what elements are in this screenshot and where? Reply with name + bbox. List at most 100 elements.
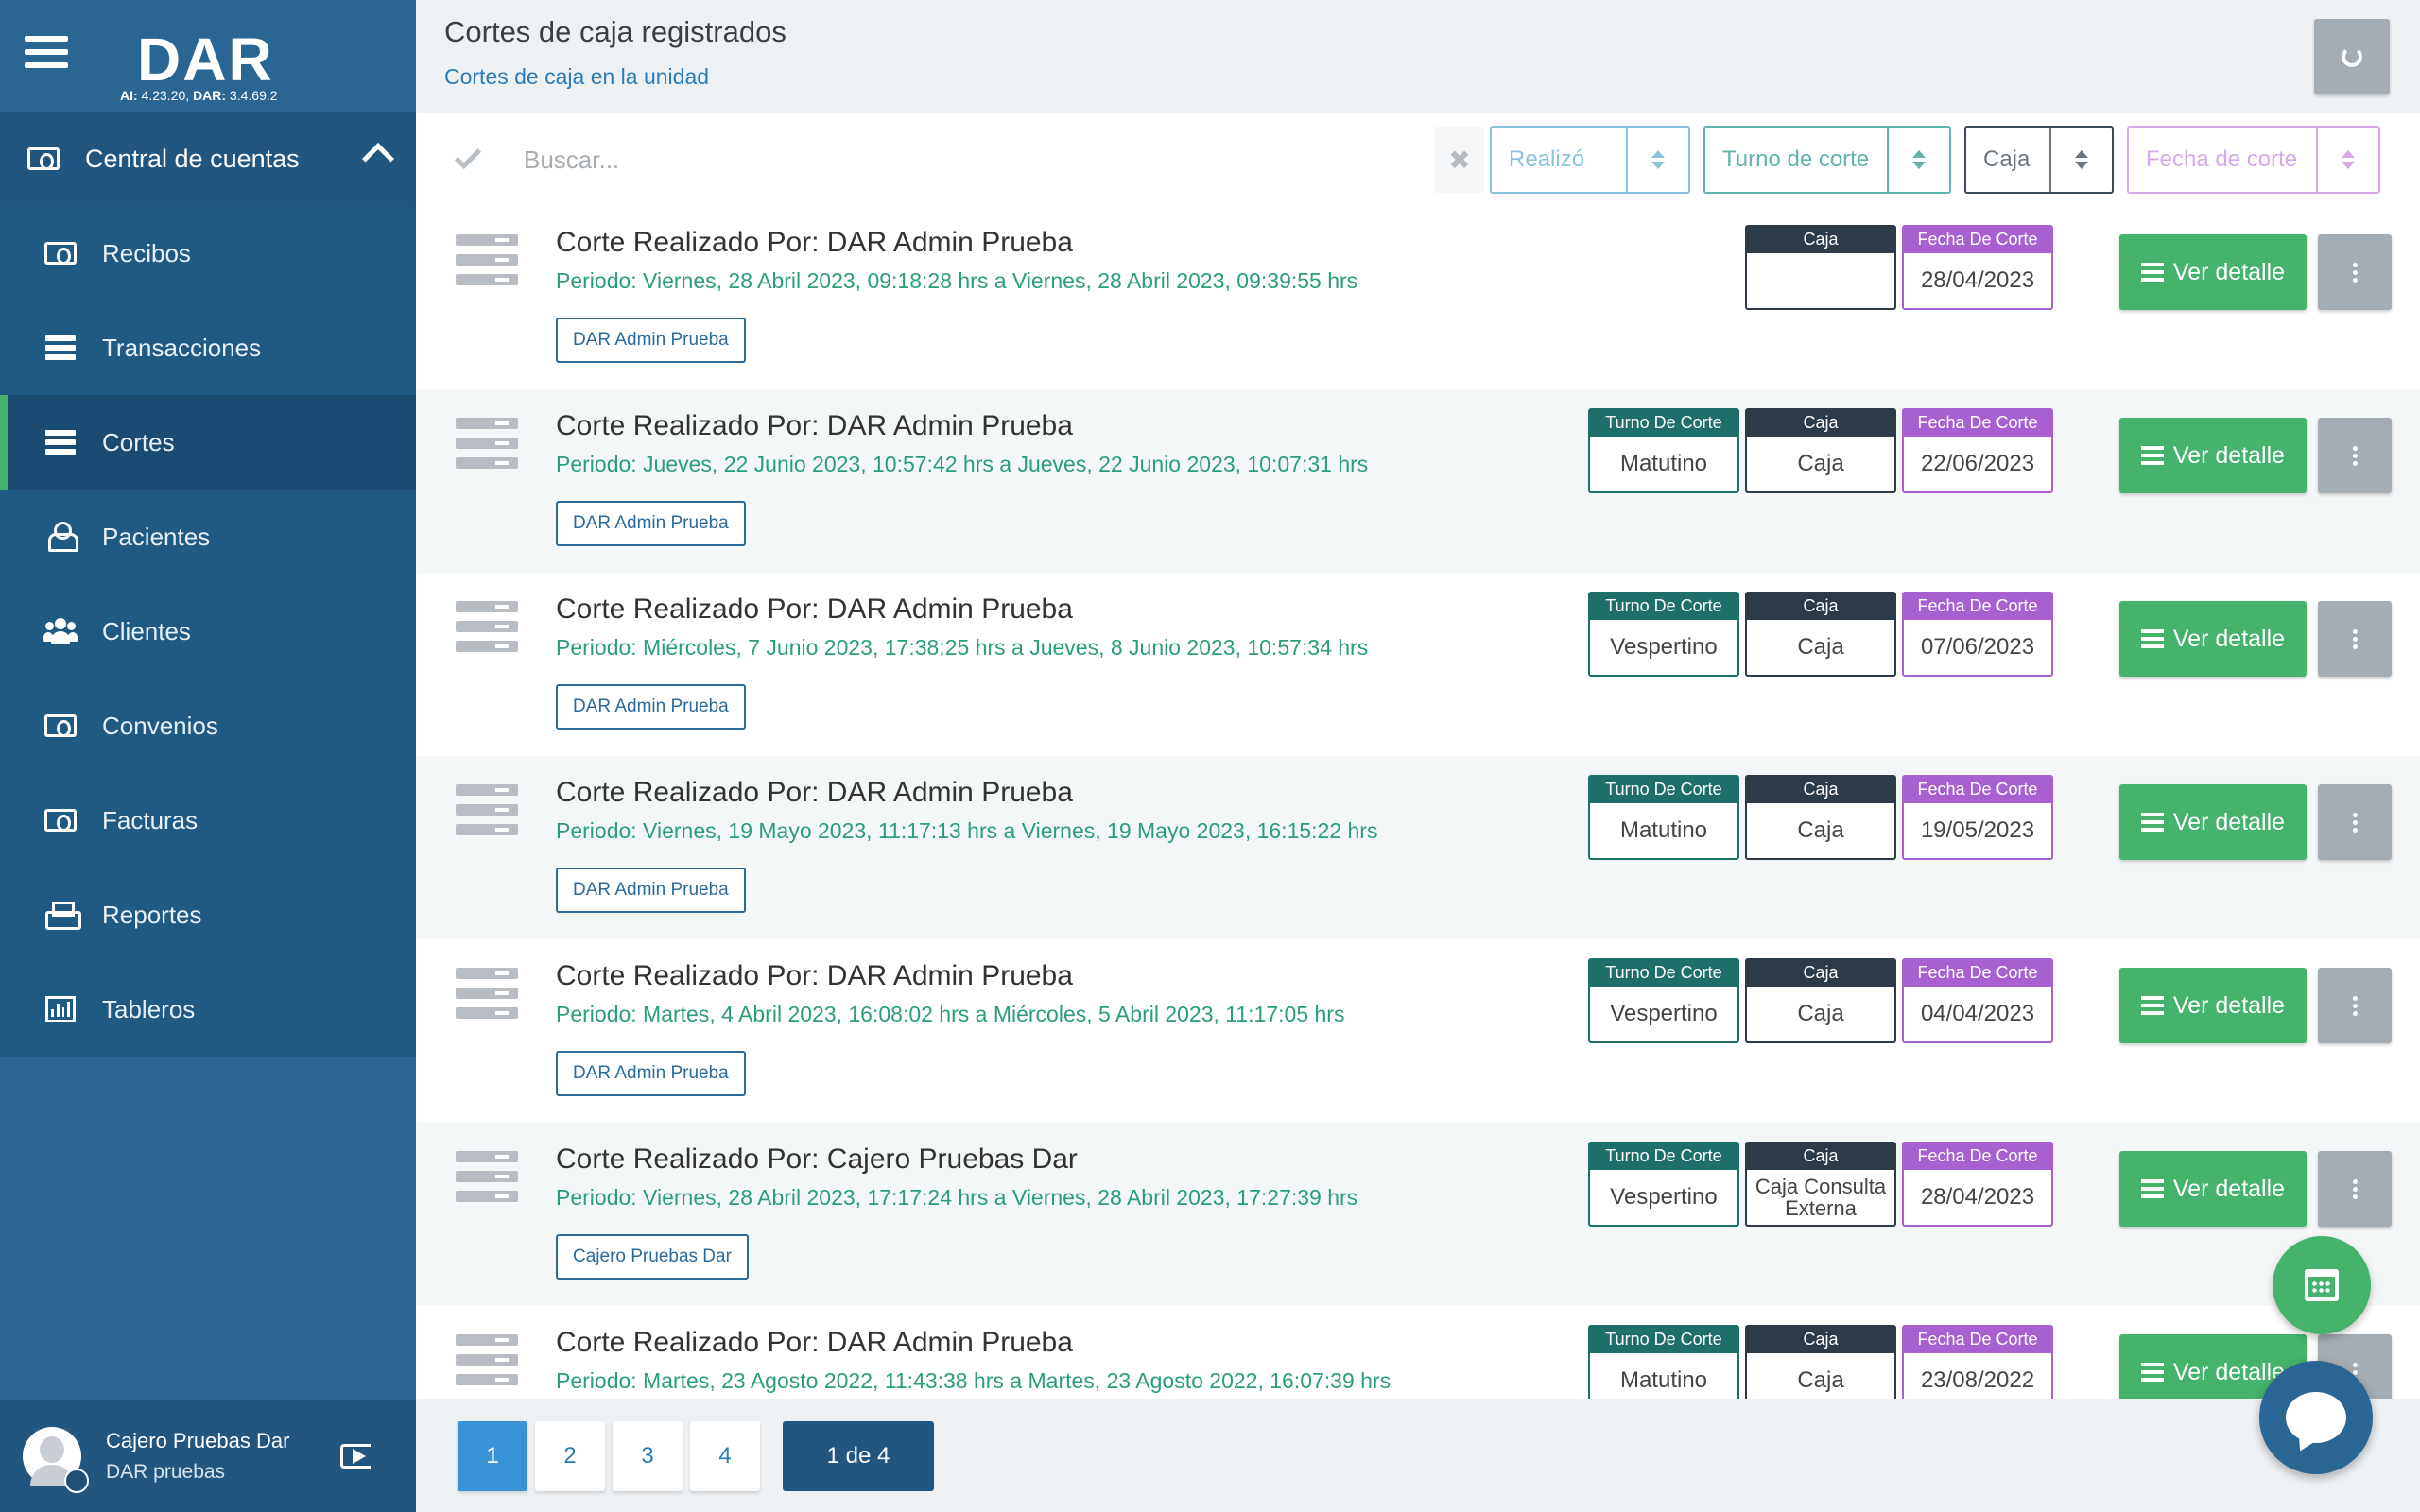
fecha-badge-head: Fecha De Corte [1904,960,2051,987]
caja-badge-head: Caja [1747,1143,1894,1170]
server-icon [43,334,78,362]
brand-logo: DAR [137,26,274,94]
ver-detalle-button[interactable]: Ver detalle [2119,418,2307,493]
sidebar-item-label: Tableros [102,994,196,1023]
turno-badge: Turno De Corte Vespertino [1588,592,1739,677]
money-icon [26,145,60,173]
users-icon [43,617,78,645]
filter-fecha-select[interactable]: Fecha de corte [2127,126,2380,194]
list-icon [2140,1179,2164,1198]
sidebar-item-tableros[interactable]: Tableros [0,962,416,1057]
sidebar-item-pacientes[interactable]: Pacientes [0,490,416,584]
bell-icon[interactable] [64,1469,89,1493]
table-row: Corte Realizado Por: Cajero Pruebas Dar P… [416,1123,2420,1306]
turno-value: Vespertino [1610,1001,1718,1026]
table-row: Corte Realizado Por: DAR Admin Prueba Per… [416,573,2420,756]
user-info: Cajero Pruebas Dar DAR pruebas [106,1429,289,1484]
more-options-button[interactable] [2318,234,2392,310]
page-button-3[interactable]: 3 [613,1421,683,1491]
more-options-button[interactable] [2318,418,2392,493]
logout-icon[interactable] [340,1444,371,1469]
caja-badge: Caja Caja [1745,408,1896,493]
search-input[interactable] [524,145,1431,175]
page-header: Cortes de caja registrados Cortes de caj… [416,0,2420,113]
more-options-button[interactable] [2318,601,2392,677]
server-icon [456,1334,518,1385]
ver-detalle-button[interactable]: Ver detalle [2119,234,2307,310]
server-icon [456,784,518,835]
clear-search-button[interactable]: ✖ [1435,127,1484,193]
more-options-button[interactable] [2318,968,2392,1043]
ver-detalle-label: Ver detalle [2172,808,2286,835]
table-row: Corte Realizado Por: DAR Admin Prueba Per… [416,206,2420,389]
ver-detalle-button[interactable]: Ver detalle [2119,784,2307,860]
fecha-badge: Fecha De Corte 19/05/2023 [1902,775,2053,860]
ver-detalle-label: Ver detalle [2172,1358,2286,1385]
filter-turno-select[interactable]: Turno de corte [1703,126,1951,194]
sidebar-item-convenios[interactable]: Convenios [0,679,416,773]
filter-realizo-label: Realizó [1509,146,1585,172]
ver-detalle-label: Ver detalle [2172,625,2286,652]
row-title: Corte Realizado Por: DAR Admin Prueba [556,777,1073,808]
sidebar-item-facturas[interactable]: Facturas [0,773,416,868]
sidebar-item-label: Transacciones [102,333,262,362]
hamburger-menu-icon[interactable] [25,36,68,74]
fecha-badge: Fecha De Corte 28/04/2023 [1902,1142,2053,1227]
row-title: Corte Realizado Por: DAR Admin Prueba [556,593,1073,625]
chat-fab-button[interactable] [2259,1361,2373,1474]
turno-badge: Turno De Corte Vespertino [1588,1142,1739,1227]
money-icon [43,239,78,267]
calendar-fab-button[interactable] [2273,1236,2371,1334]
filter-caja-select[interactable]: Caja [1964,126,2114,194]
page-button-1[interactable]: 1 [458,1421,527,1491]
server-icon [456,418,518,469]
chevron-up-icon[interactable] [362,143,394,175]
sort-arrows-icon [1887,128,1949,192]
user-icon [43,522,78,552]
check-icon[interactable] [454,142,482,170]
fecha-badge: Fecha De Corte 04/04/2023 [1902,958,2053,1043]
turno-value: Vespertino [1610,634,1718,660]
ver-detalle-button[interactable]: Ver detalle [2119,1151,2307,1227]
caja-badge: Caja [1745,225,1896,310]
ver-detalle-label: Ver detalle [2172,441,2286,469]
sidebar-item-label: Convenios [102,711,218,740]
ver-detalle-button[interactable]: Ver detalle [2119,968,2307,1043]
row-period: Periodo: Miércoles, 7 Junio 2023, 17:38:… [556,635,1369,660]
fecha-badge: Fecha De Corte 22/06/2023 [1902,408,2053,493]
sidebar-item-reportes[interactable]: Reportes [0,868,416,962]
sidebar-item-recibos[interactable]: Recibos [0,206,416,301]
more-options-button[interactable] [2318,1151,2392,1227]
more-options-button[interactable] [2318,784,2392,860]
ver-detalle-button[interactable]: Ver detalle [2119,601,2307,677]
fecha-badge-head: Fecha De Corte [1904,593,2051,620]
list-icon [2140,813,2164,832]
turno-badge: Turno De Corte Matutino [1588,775,1739,860]
caja-badge-head: Caja [1747,410,1894,437]
sidebar-submenu: Recibos Transacciones Cortes Pacientes C… [0,206,416,1057]
filter-realizo-select[interactable]: Realizó [1490,126,1690,194]
sidebar-item-cortes[interactable]: Cortes [0,395,416,490]
page-button-4[interactable]: 4 [690,1421,760,1491]
user-tag: DAR Admin Prueba [556,684,746,730]
fecha-badge-head: Fecha De Corte [1904,1327,2051,1353]
money-icon [43,806,78,834]
sidebar-section-label: Central de cuentas [85,144,300,173]
turno-badge-head: Turno De Corte [1590,777,1737,803]
filter-turno-label: Turno de corte [1722,146,1870,172]
fecha-badge: Fecha De Corte 23/08/2022 [1902,1325,2053,1399]
sidebar-item-label: Facturas [102,805,199,834]
refresh-button[interactable] [2314,19,2390,94]
sidebar-section-central-de-cuentas[interactable]: Central de cuentas [0,112,416,206]
turno-badge-head: Turno De Corte [1590,593,1737,620]
caja-value: Caja [1797,1367,1844,1393]
avatar[interactable] [23,1427,89,1493]
sidebar-item-transacciones[interactable]: Transacciones [0,301,416,395]
caja-badge: Caja Caja Consulta Externa [1745,1142,1896,1227]
sidebar-item-clientes[interactable]: Clientes [0,584,416,679]
page-button-2[interactable]: 2 [535,1421,605,1491]
ver-detalle-label: Ver detalle [2172,1175,2286,1202]
pagination: 1 2 3 4 1 de 4 [416,1399,2420,1512]
caja-badge: Caja Caja [1745,592,1896,677]
caja-badge: Caja Caja [1745,775,1896,860]
